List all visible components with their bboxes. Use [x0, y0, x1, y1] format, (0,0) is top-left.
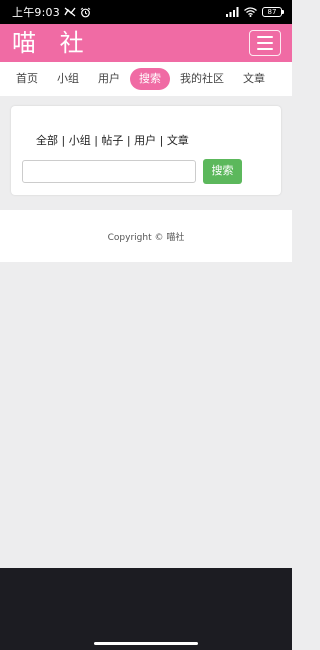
- filter-separator: |: [123, 134, 135, 147]
- copyright-text: Copyright © 喵社: [107, 232, 185, 243]
- signal-icon: [226, 7, 239, 17]
- search-filters: 全部 | 小组 | 帖子 | 用户 | 文章: [36, 132, 189, 148]
- tab-search[interactable]: 搜索: [130, 68, 170, 90]
- data-saver-icon: [64, 7, 76, 17]
- filter-articles[interactable]: 文章: [167, 134, 189, 147]
- filter-separator: |: [90, 134, 102, 147]
- home-indicator[interactable]: [94, 642, 198, 645]
- filter-posts[interactable]: 帖子: [101, 134, 123, 147]
- status-bar-right: 87: [226, 7, 284, 17]
- app-header: 喵 社: [0, 24, 292, 62]
- status-time: 上午9:03: [12, 6, 60, 19]
- wifi-icon: [244, 7, 257, 17]
- filter-separator: |: [58, 134, 69, 147]
- hamburger-menu-icon: [257, 36, 273, 38]
- status-bar-left: 上午9:03: [12, 4, 91, 20]
- filter-all[interactable]: 全部: [36, 134, 58, 147]
- filter-users[interactable]: 用户: [134, 134, 156, 147]
- menu-toggle-button[interactable]: [249, 30, 281, 56]
- tab-groups[interactable]: 小组: [48, 68, 88, 90]
- hamburger-line: [257, 42, 273, 44]
- alarm-icon: [80, 7, 91, 18]
- filter-groups[interactable]: 小组: [69, 134, 91, 147]
- tab-articles[interactable]: 文章: [234, 68, 274, 90]
- search-input[interactable]: [22, 160, 196, 183]
- filter-separator: |: [156, 134, 167, 147]
- nav-tabs: 首页 小组 用户 搜索 我的社区 文章: [0, 62, 292, 96]
- footer: Copyright © 喵社: [0, 210, 292, 262]
- battery-icon: 87: [262, 7, 284, 17]
- system-navigation-bar: [0, 568, 292, 650]
- status-bar: 上午9:03 87: [0, 0, 292, 24]
- hamburger-line: [257, 48, 273, 50]
- tab-my-community[interactable]: 我的社区: [171, 68, 233, 90]
- search-card: 全部 | 小组 | 帖子 | 用户 | 文章 搜索: [11, 106, 281, 195]
- tab-home[interactable]: 首页: [7, 68, 47, 90]
- main-content: 全部 | 小组 | 帖子 | 用户 | 文章 搜索: [0, 96, 292, 210]
- empty-area: [0, 262, 292, 568]
- search-button[interactable]: 搜索: [203, 159, 242, 184]
- tab-users[interactable]: 用户: [89, 68, 129, 90]
- app-logo-title[interactable]: 喵 社: [12, 24, 92, 62]
